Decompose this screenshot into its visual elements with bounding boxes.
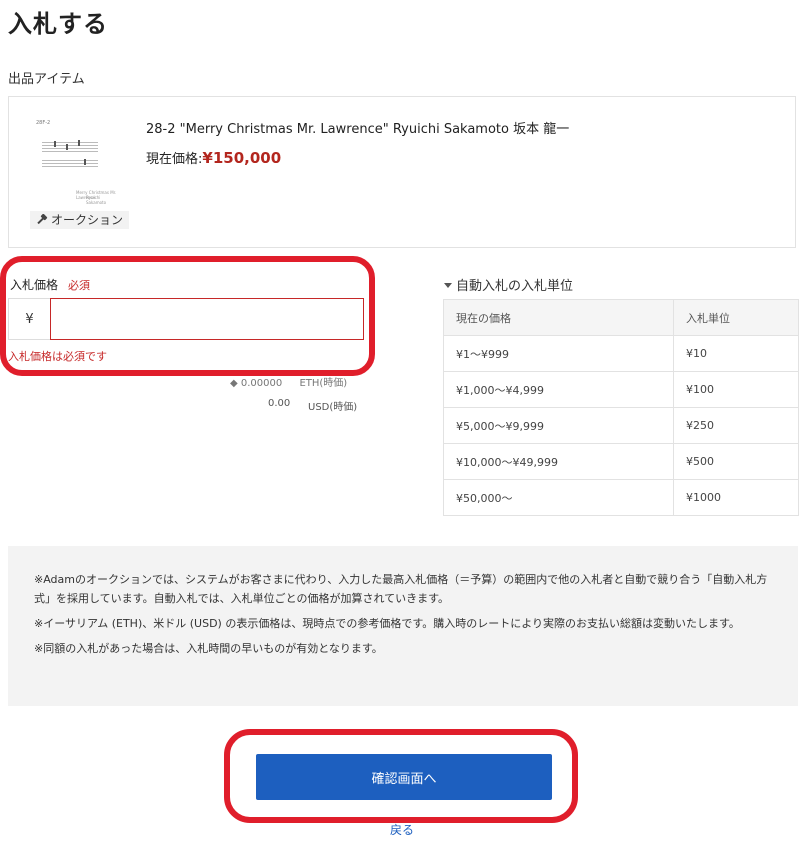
table-cell: ¥10,000～¥49,999 xyxy=(443,443,674,480)
auction-tag-label: オークション xyxy=(51,213,124,227)
table-header: 入札単位 xyxy=(673,299,799,336)
eth-value: 0.00000 xyxy=(240,378,283,389)
note-text: ※同額の入札があった場合は、入札時間の早いものが有効となります。 xyxy=(34,642,383,655)
notes-panel: ※Adamのオークションでは、システムがお客さまに代わり、入力した最高入札価格（… xyxy=(8,546,798,706)
bid-increment-table: 現在の価格 入札単位 ¥1～¥999 ¥10 ¥1,000～¥4,999 ¥10… xyxy=(443,299,799,516)
note-text: ※イーサリアム (ETH)、米ドル (USD) の表示価格は、現時点での参考価格… xyxy=(34,617,740,630)
item-title[interactable]: 28-2 "Merry Christmas Mr. Lawrence" Ryui… xyxy=(146,118,569,137)
table-cell: ¥1～¥999 xyxy=(443,335,674,372)
table-cell: ¥100 xyxy=(673,371,799,408)
table-cell: ¥50,000～ xyxy=(443,479,674,516)
page-title: 入札する xyxy=(8,10,108,38)
eth-conversion: ◆ 0.00000 ETH(時価) xyxy=(230,374,347,389)
price-label: 現在価格: xyxy=(146,152,203,167)
price-value: ¥150,000 xyxy=(202,149,282,167)
eth-icon: ◆ xyxy=(230,378,238,389)
table-cell: ¥5,000～¥9,999 xyxy=(443,407,674,444)
thumbnail-caption: Ryuichi Sakamoto xyxy=(86,195,107,205)
table-cell: ¥1,000～¥4,999 xyxy=(443,371,674,408)
hammer-icon xyxy=(37,214,48,225)
thumbnail-label: 28F-2 xyxy=(36,120,51,126)
back-link[interactable]: 戻る xyxy=(390,821,414,838)
current-price: 現在価格:¥150,000 xyxy=(146,148,281,167)
table-row: ¥10,000～¥49,999 ¥500 xyxy=(443,443,799,480)
highlight-annotation-bid-input xyxy=(0,256,375,376)
auto-bid-toggle[interactable]: 自動入札の入札単位 xyxy=(444,275,573,294)
auto-bid-title: 自動入札の入札単位 xyxy=(456,279,574,294)
highlight-annotation-confirm xyxy=(224,729,578,823)
usd-unit: USD(時価) xyxy=(308,402,358,413)
table-cell: ¥250 xyxy=(673,407,799,444)
item-section-label: 出品アイテム xyxy=(8,72,85,87)
table-row: ¥50,000～ ¥1000 xyxy=(443,479,799,516)
table-header-row: 現在の価格 入札単位 xyxy=(443,299,799,336)
auction-tag: オークション xyxy=(30,211,130,229)
note-text: ※Adamのオークションでは、システムがお客さまに代わり、入力した最高入札価格（… xyxy=(34,573,768,605)
table-cell: ¥10 xyxy=(673,335,799,372)
table-row: ¥1～¥999 ¥10 xyxy=(443,335,799,372)
table-cell: ¥1000 xyxy=(673,479,799,516)
item-thumbnail[interactable]: 28F-2 Merry Christmas Mr. Lawrence Ryuic… xyxy=(36,120,120,205)
usd-value: 0.00 xyxy=(268,398,291,409)
table-header: 現在の価格 xyxy=(443,299,674,336)
table-row: ¥5,000～¥9,999 ¥250 xyxy=(443,407,799,444)
caret-down-icon xyxy=(444,282,452,288)
eth-unit: ETH(時価) xyxy=(299,378,348,389)
table-row: ¥1,000～¥4,999 ¥100 xyxy=(443,371,799,408)
table-cell: ¥500 xyxy=(673,443,799,480)
